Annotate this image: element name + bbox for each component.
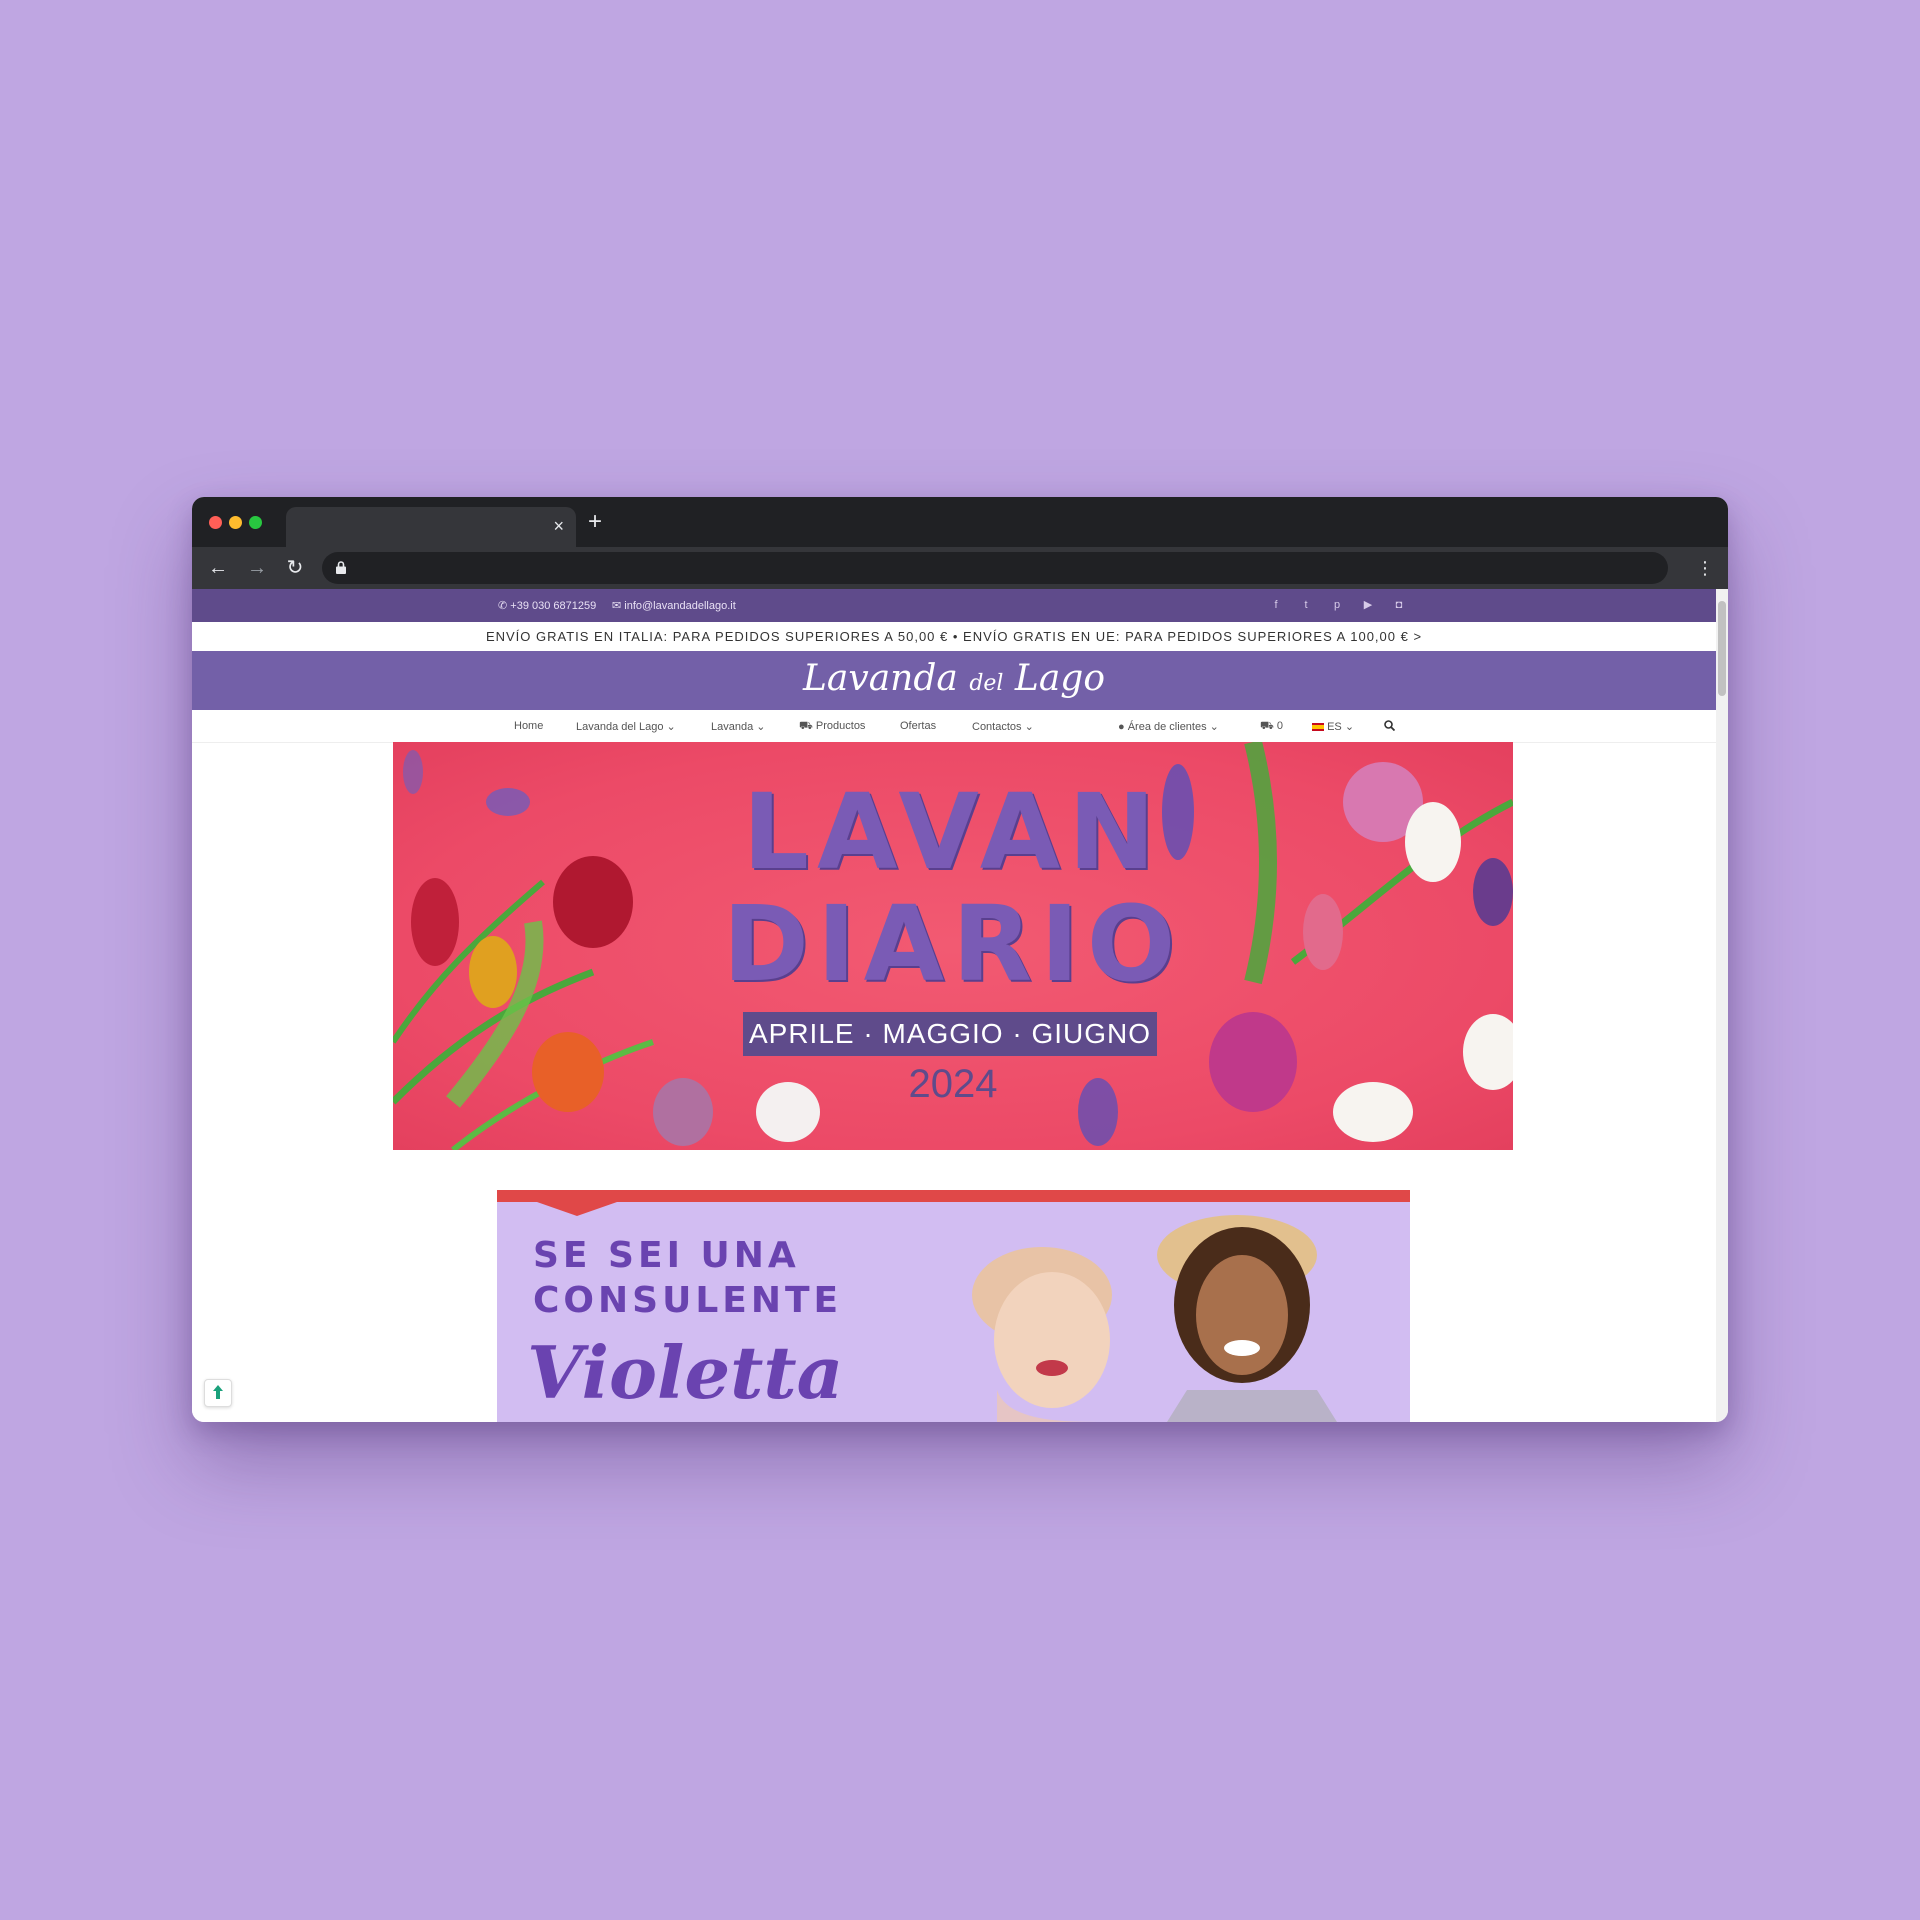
pinterest-icon[interactable]: p bbox=[1330, 598, 1344, 612]
chevron-down-icon: ⌄ bbox=[756, 721, 766, 733]
search-icon[interactable] bbox=[1384, 720, 1396, 734]
twitter-icon[interactable]: t bbox=[1299, 598, 1313, 612]
chevron-down-icon: ⌄ bbox=[1344, 721, 1355, 733]
maximize-window-button[interactable] bbox=[249, 516, 262, 529]
web-page: ✆ +39 030 6871259 ✉ info@lavandadellago.… bbox=[192, 589, 1716, 1422]
nav-area-clientes[interactable]: ● Área de clientes ⌄ bbox=[1118, 720, 1219, 733]
logo-bar: Lavanda del Lago bbox=[192, 651, 1716, 710]
lock-icon bbox=[336, 561, 346, 574]
nav-area-clientes-label: Área de clientes bbox=[1127, 721, 1207, 733]
reload-icon[interactable]: ↻ bbox=[282, 555, 308, 581]
chevron-down-icon: ⌄ bbox=[1024, 721, 1034, 733]
nav-lavanda[interactable]: Lavanda ⌄ bbox=[711, 720, 766, 733]
nav-ofertas[interactable]: Ofertas bbox=[900, 720, 936, 732]
cookie-settings-button[interactable] bbox=[204, 1379, 232, 1407]
browser-window: × + ← → ↻ ⋮ ✆ +39 030 6871259 ✉ info@lav… bbox=[192, 497, 1728, 1422]
minimize-window-button[interactable] bbox=[229, 516, 242, 529]
cart-icon: ⛟ bbox=[1260, 720, 1274, 732]
nav-productos-label: Productos bbox=[815, 720, 866, 732]
hero-title-line-1: LAVAN bbox=[742, 771, 1164, 893]
forward-icon[interactable]: → bbox=[244, 555, 270, 581]
back-icon[interactable]: ← bbox=[205, 555, 231, 581]
cart-icon: ⛟ bbox=[799, 720, 813, 732]
email-link[interactable]: ✉ info@lavandadellago.it bbox=[612, 599, 736, 612]
instagram-icon[interactable]: ◘ bbox=[1392, 598, 1406, 612]
site-logo[interactable]: Lavanda del Lago bbox=[192, 657, 1716, 706]
nav-language[interactable]: ES ⌄ bbox=[1312, 720, 1354, 733]
hero-banner[interactable]: LAVAN DIARIO APRILE · MAGGIO · GIUGNO 20… bbox=[393, 742, 1513, 1150]
nav-home[interactable]: Home bbox=[514, 720, 543, 732]
logo-lavanda: Lavanda bbox=[802, 658, 958, 699]
logo-lago: Lago bbox=[1014, 658, 1105, 699]
browser-menu-icon[interactable]: ⋮ bbox=[1696, 556, 1714, 580]
main-navigation: Home Lavanda del Lago ⌄ Lavanda ⌄ ⛟ Prod… bbox=[192, 710, 1716, 743]
email-address: info@lavandadellago.it bbox=[624, 600, 736, 612]
envelope-icon: ✉ bbox=[612, 600, 622, 612]
nav-lavanda-del-lago-label: Lavanda del Lago bbox=[576, 721, 664, 733]
privacy-icon bbox=[213, 1385, 223, 1399]
nav-cart[interactable]: ⛟ 0 bbox=[1260, 720, 1283, 734]
cart-count: 0 bbox=[1276, 720, 1284, 732]
page-scrollbar[interactable] bbox=[1716, 589, 1728, 1422]
user-icon: ● bbox=[1118, 721, 1125, 733]
facebook-icon[interactable]: f bbox=[1269, 598, 1283, 612]
close-window-button[interactable] bbox=[209, 516, 222, 529]
phone-number: +39 030 6871259 bbox=[510, 600, 597, 612]
new-tab-icon[interactable]: + bbox=[588, 509, 602, 535]
nav-productos[interactable]: ⛟ Productos bbox=[799, 720, 865, 734]
chevron-down-icon: ⌄ bbox=[1209, 721, 1219, 733]
phone-icon: ✆ bbox=[498, 600, 508, 612]
nav-contactos-label: Contactos bbox=[972, 721, 1022, 733]
browser-tab-bar: × + bbox=[192, 497, 1728, 547]
nav-lavanda-del-lago[interactable]: Lavanda del Lago ⌄ bbox=[576, 720, 676, 733]
logo-del: del bbox=[969, 671, 1004, 696]
close-tab-icon[interactable]: × bbox=[553, 516, 564, 536]
hero-months: APRILE · MAGGIO · GIUGNO bbox=[743, 1012, 1157, 1056]
nav-contactos[interactable]: Contactos ⌄ bbox=[972, 720, 1034, 733]
address-bar[interactable] bbox=[322, 552, 1668, 584]
nav-language-label: ES bbox=[1327, 721, 1342, 733]
spain-flag-icon bbox=[1312, 723, 1324, 732]
free-shipping-banner[interactable]: ENVÍO GRATIS EN ITALIA: PARA PEDIDOS SUP… bbox=[192, 622, 1716, 651]
chevron-down-icon: ⌄ bbox=[666, 721, 676, 733]
scrollbar-thumb[interactable] bbox=[1718, 601, 1726, 696]
promo-models-illustration bbox=[972, 1215, 1337, 1422]
hero-year: 2024 bbox=[908, 1062, 998, 1106]
phone-link[interactable]: ✆ +39 030 6871259 bbox=[498, 599, 596, 612]
browser-toolbar: ← → ↻ ⋮ bbox=[192, 547, 1728, 589]
contact-bar: ✆ +39 030 6871259 ✉ info@lavandadellago.… bbox=[192, 589, 1716, 622]
youtube-icon[interactable]: ▶ bbox=[1361, 598, 1375, 612]
nav-lavanda-label: Lavanda bbox=[711, 721, 754, 733]
browser-tab[interactable]: × bbox=[286, 507, 576, 547]
hero-title-line-2: DIARIO bbox=[722, 883, 1184, 1005]
consultant-promo-banner[interactable]: SE SEI UNA CONSULENTE Violetta bbox=[497, 1190, 1410, 1422]
